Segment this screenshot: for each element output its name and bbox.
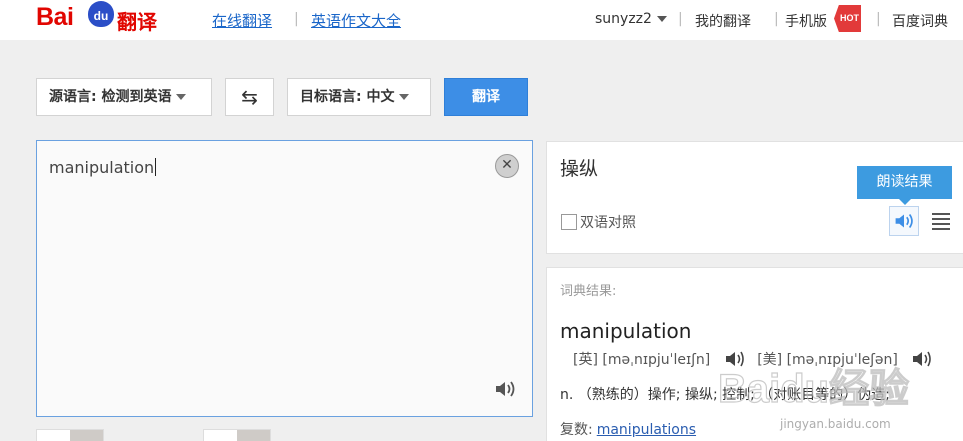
user-menu[interactable]: sunyzz2 [595, 11, 667, 27]
us-label: [美] [757, 352, 783, 368]
bilingual-checkbox[interactable] [561, 214, 577, 230]
uk-phonetic: [məˌnɪpjuˈleɪʃn] [602, 352, 711, 368]
nav-divider: | [294, 11, 299, 27]
menu-icon[interactable] [932, 213, 950, 230]
translate-button[interactable]: 翻译 [444, 78, 528, 116]
phonetics-row: [英] [məˌnɪpjuˈleɪʃn] [美] [məˌnɪpjuˈleʃən… [573, 349, 940, 369]
target-language-label: 目标语言: 中文 [300, 89, 395, 105]
close-icon: ✕ [501, 157, 513, 173]
nav-divider: | [774, 11, 779, 27]
read-result-button[interactable] [889, 206, 919, 236]
mobile-version-link[interactable]: 手机版 [785, 11, 827, 31]
logo-fanyi-text: 翻译 [117, 10, 157, 34]
bottom-widget[interactable] [203, 429, 271, 441]
speaker-icon[interactable] [494, 379, 516, 399]
username: sunyzz2 [595, 11, 652, 27]
logo-bai-text: Bai [36, 3, 74, 31]
dictionary-panel: 词典结果: manipulation [英] [məˌnɪpjuˈleɪʃn] … [546, 267, 963, 441]
nav-english-essays[interactable]: 英语作文大全 [311, 10, 401, 31]
bottom-widget[interactable] [36, 429, 104, 441]
speaker-icon [895, 213, 913, 229]
dictionary-word: manipulation [560, 319, 692, 343]
source-text[interactable]: manipulation [49, 158, 156, 177]
bilingual-toggle[interactable]: 双语对照 [561, 212, 636, 232]
swap-languages-button[interactable]: ⇆ [225, 78, 274, 116]
nav-online-translate[interactable]: 在线翻译 [212, 10, 272, 31]
chevron-down-icon [656, 16, 667, 22]
read-result-tooltip: 朗读结果 [857, 166, 952, 205]
source-language-select[interactable]: 源语言: 检测到英语 [36, 78, 212, 116]
chevron-down-icon [399, 94, 410, 100]
chevron-down-icon [176, 94, 187, 100]
top-bar: Bai du 翻译 在线翻译 | 英语作文大全 sunyzz2 | 我的翻译 |… [0, 0, 963, 40]
translation-result: 操纵 [560, 158, 599, 180]
us-phonetic: [məˌnɪpjuˈleʃən] [786, 352, 898, 368]
logo-paw-icon: du [88, 1, 114, 27]
bilingual-label: 双语对照 [580, 215, 636, 231]
dictionary-heading: 词典结果: [560, 284, 617, 299]
plural-row: 复数: manipulations [560, 419, 696, 439]
source-language-label: 源语言: 检测到英语 [49, 89, 172, 105]
swap-icon: ⇆ [241, 85, 258, 109]
speaker-icon[interactable] [725, 351, 745, 367]
speaker-icon[interactable] [912, 351, 932, 367]
nav-divider: | [876, 11, 881, 27]
baidu-dict-link[interactable]: 百度词典 [892, 11, 948, 31]
uk-label: [英] [573, 352, 598, 368]
definition: n. （熟练的）操作; 操纵; 控制; （对账目等的）伪造; [560, 387, 890, 403]
clear-input-button[interactable]: ✕ [495, 154, 519, 178]
source-textarea[interactable]: manipulation ✕ [36, 140, 533, 417]
plural-label: 复数: [560, 422, 593, 438]
result-panel: 操纵 双语对照 朗读结果 [546, 141, 963, 254]
plural-link[interactable]: manipulations [597, 422, 696, 438]
nav-divider: | [678, 11, 683, 27]
hot-badge: HOT [834, 5, 861, 32]
my-translate-link[interactable]: 我的翻译 [695, 11, 751, 31]
target-language-select[interactable]: 目标语言: 中文 [287, 78, 431, 116]
